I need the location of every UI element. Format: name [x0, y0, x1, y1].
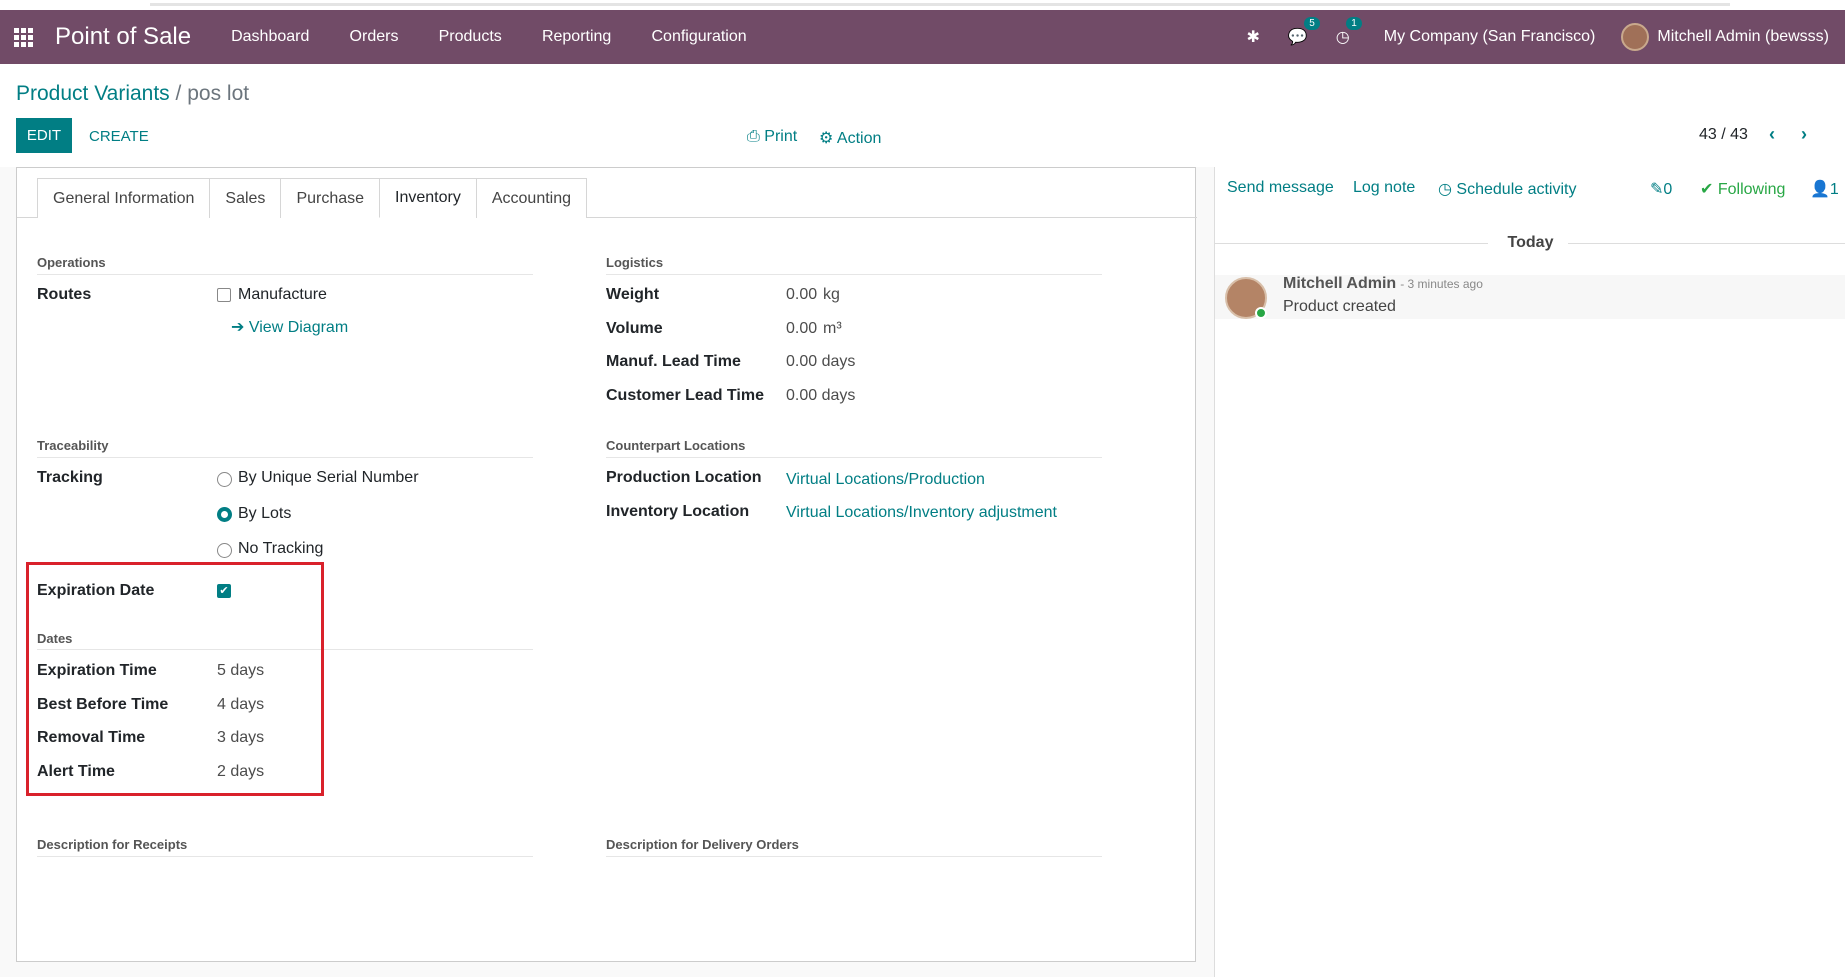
gear-icon: ⚙ — [819, 130, 834, 147]
edit-button[interactable]: EDIT — [16, 118, 72, 153]
volume-label: Volume — [606, 320, 663, 337]
breadcrumb: Product Variants / pos lot — [16, 82, 249, 106]
tracking-radio-serial[interactable] — [217, 472, 232, 487]
messages-icon[interactable]: 💬 5 — [1288, 17, 1320, 47]
message-author: Mitchell Admin - 3 minutes ago — [1283, 275, 1483, 293]
activity-badge: 1 — [1346, 17, 1362, 30]
clock-icon: ◷ — [1438, 181, 1452, 198]
today-separator: Today — [1507, 234, 1554, 251]
breadcrumb-parent[interactable]: Product Variants — [16, 82, 170, 105]
traceability-title: Traceability — [37, 438, 109, 453]
manuf-lead-time-value: 0.00 days — [786, 353, 856, 370]
create-button[interactable]: CREATE — [89, 128, 149, 145]
action-dropdown[interactable]: ⚙ Action — [819, 128, 881, 148]
highlight-box — [26, 562, 324, 796]
print-dropdown[interactable]: ⎙ Print — [747, 128, 797, 146]
top-menu: Dashboard Orders Products Reporting Conf… — [213, 28, 765, 46]
schedule-activity-button[interactable]: ◷ Schedule activity — [1438, 179, 1576, 199]
followers-count: 1 — [1829, 181, 1839, 198]
weight-unit: kg — [823, 286, 840, 303]
volume-unit: m³ — [823, 320, 842, 337]
notebook-tabs: General Information Sales Purchase Inven… — [37, 178, 588, 218]
tracking-option-lots: By Lots — [238, 505, 292, 522]
volume-value: 0.00 — [786, 320, 818, 337]
attachments-button[interactable]: ✎0 — [1650, 179, 1672, 199]
message-time: - 3 minutes ago — [1400, 277, 1483, 291]
paperclip-icon: ✎ — [1650, 181, 1664, 198]
tab-purchase[interactable]: Purchase — [280, 178, 381, 218]
tracking-radio-none[interactable] — [217, 543, 232, 558]
check-icon: ✔ — [1700, 181, 1714, 198]
online-status-icon — [1255, 307, 1267, 319]
log-note-button[interactable]: Log note — [1353, 179, 1415, 197]
view-diagram-label: View Diagram — [248, 319, 349, 336]
browser-strip — [0, 0, 1845, 10]
send-message-button[interactable]: Send message — [1227, 179, 1334, 197]
print-icon: ⎙ — [747, 128, 760, 145]
breadcrumb-current: pos lot — [187, 82, 250, 105]
tracking-option-none: No Tracking — [238, 540, 324, 557]
pager-next-icon[interactable]: › — [1801, 124, 1807, 145]
manufacture-label: Manufacture — [238, 286, 327, 303]
description-receipts-title: Description for Receipts — [37, 837, 188, 852]
pager-previous-icon[interactable]: ‹ — [1769, 124, 1775, 145]
counterpart-title: Counterpart Locations — [606, 438, 746, 453]
user-name: Mitchell Admin (bewsss) — [1657, 28, 1829, 45]
followers-button[interactable]: 👤1 — [1810, 179, 1839, 199]
activity-clock-icon[interactable]: ◷ 1 — [1336, 17, 1362, 47]
bug-icon[interactable]: ✱ — [1246, 27, 1259, 47]
operations-title: Operations — [37, 255, 106, 270]
control-panel: Product Variants / pos lot EDIT CREATE ⎙… — [0, 64, 1845, 167]
message-body: Product created — [1283, 298, 1396, 315]
production-location-label: Production Location — [606, 469, 762, 486]
pager-value[interactable]: 43 / 43 — [1699, 126, 1748, 144]
view-diagram-link[interactable]: ➔ View Diagram — [231, 317, 348, 337]
company-switcher[interactable]: My Company (San Francisco) — [1384, 28, 1596, 46]
menu-configuration[interactable]: Configuration — [651, 28, 746, 45]
attachments-count: 0 — [1663, 181, 1673, 198]
menu-dashboard[interactable]: Dashboard — [231, 28, 309, 45]
tab-sales[interactable]: Sales — [209, 178, 282, 218]
print-label: Print — [764, 128, 798, 145]
main-navbar: Point of Sale Dashboard Orders Products … — [0, 10, 1845, 64]
chatter-panel: Send message Log note ◷ Schedule activit… — [1214, 167, 1845, 977]
tab-general-information[interactable]: General Information — [37, 178, 211, 218]
breadcrumb-separator: / — [175, 82, 182, 105]
messages-badge: 5 — [1304, 17, 1320, 30]
manuf-lead-time-label: Manuf. Lead Time — [606, 353, 741, 370]
chatter-message: Mitchell Admin - 3 minutes ago Product cr… — [1215, 275, 1845, 319]
menu-reporting[interactable]: Reporting — [542, 28, 611, 45]
user-menu[interactable]: Mitchell Admin (bewsss) — [1621, 23, 1829, 51]
production-location-link[interactable]: Virtual Locations/Production — [786, 471, 985, 489]
following-button[interactable]: ✔ Following — [1700, 179, 1785, 199]
description-delivery-title: Description for Delivery Orders — [606, 837, 799, 852]
weight-label: Weight — [606, 286, 660, 303]
menu-products[interactable]: Products — [439, 28, 502, 45]
customer-lead-time-label: Customer Lead Time — [606, 387, 764, 404]
routes-label: Routes — [37, 286, 92, 303]
user-icon: 👤 — [1810, 181, 1830, 198]
inventory-location-link[interactable]: Virtual Locations/Inventory adjustment — [786, 504, 1057, 522]
tab-inventory[interactable]: Inventory — [379, 178, 477, 218]
navbar-systray: ✱ 💬 5 ◷ 1 My Company (San Francisco) Mitch… — [1232, 17, 1845, 51]
apps-grid-icon[interactable] — [14, 27, 44, 47]
inventory-location-label: Inventory Location — [606, 503, 750, 520]
manufacture-checkbox[interactable] — [217, 288, 231, 302]
weight-value: 0.00 — [786, 286, 818, 303]
tracking-option-serial: By Unique Serial Number — [238, 469, 419, 486]
form-sheet: General Information Sales Purchase Inven… — [16, 167, 1197, 962]
user-avatar — [1621, 23, 1650, 51]
arrow-right-icon: ➔ — [231, 319, 249, 336]
action-label: Action — [836, 130, 882, 147]
author-name[interactable]: Mitchell Admin — [1283, 275, 1396, 292]
customer-lead-time-value: 0.00 days — [786, 387, 856, 404]
tracking-label: Tracking — [37, 469, 103, 486]
menu-orders[interactable]: Orders — [350, 28, 399, 45]
schedule-activity-label: Schedule activity — [1456, 181, 1577, 198]
app-name[interactable]: Point of Sale — [55, 23, 191, 51]
tab-accounting[interactable]: Accounting — [475, 178, 588, 218]
tracking-radio-lots[interactable] — [217, 507, 232, 522]
logistics-title: Logistics — [606, 255, 664, 270]
following-label: Following — [1717, 181, 1786, 198]
